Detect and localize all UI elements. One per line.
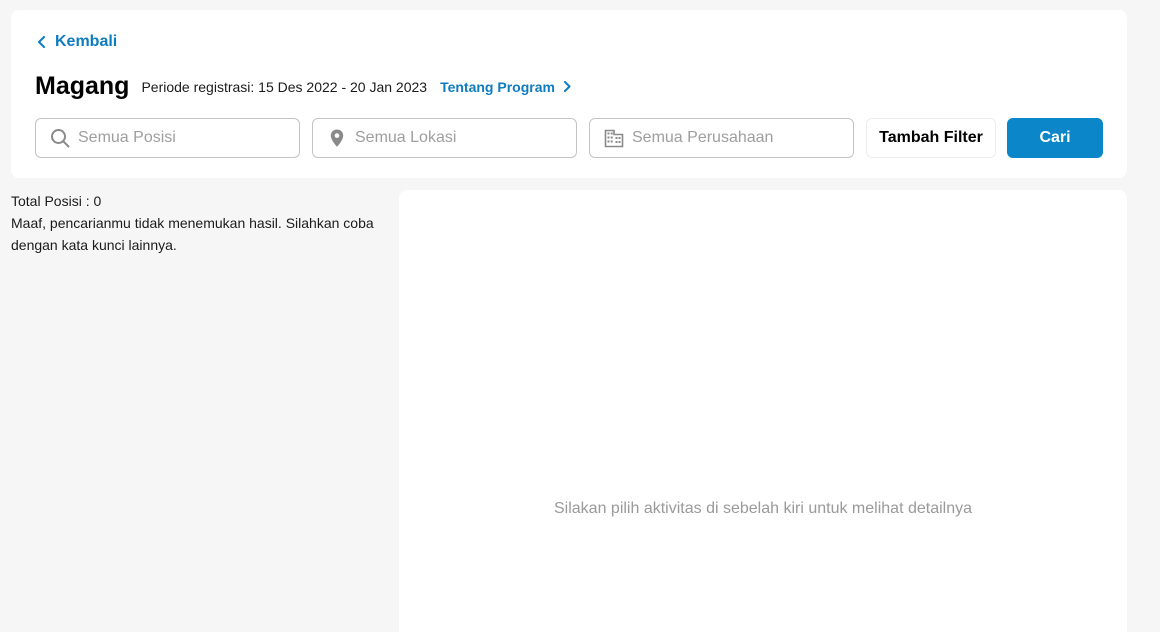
detail-panel: Silakan pilih aktivitas di sebelah kiri …: [399, 190, 1127, 632]
position-input[interactable]: [78, 129, 288, 147]
back-link-label: Kembali: [55, 33, 118, 50]
page-title: Magang: [35, 72, 130, 100]
about-program-label: Tentang Program: [440, 78, 555, 95]
chevron-left-icon: [38, 36, 45, 48]
search-icon: [51, 129, 70, 148]
add-filter-button[interactable]: Tambah Filter: [866, 118, 996, 158]
search-bar: Tambah Filter Cari: [35, 118, 1103, 158]
header-card: Kembali Magang Periode registrasi: 15 De…: [11, 10, 1127, 178]
detail-empty-state: Silakan pilih aktivitas di sebelah kiri …: [554, 500, 972, 517]
about-program-link[interactable]: Tentang Program: [440, 79, 571, 95]
chevron-right-icon: [563, 81, 571, 92]
company-field[interactable]: [589, 118, 854, 158]
location-field[interactable]: [312, 118, 577, 158]
company-input[interactable]: [632, 129, 842, 147]
search-button[interactable]: Cari: [1007, 118, 1103, 158]
title-row: Magang Periode registrasi: 15 Des 2022 -…: [35, 72, 571, 101]
location-input[interactable]: [355, 129, 565, 147]
registration-period: Periode registrasi: 15 Des 2022 - 20 Jan…: [141, 78, 428, 95]
no-results-message: Maaf, pencarianmu tidak menemukan hasil.…: [11, 215, 374, 253]
location-pin-icon: [330, 129, 344, 147]
results-panel: Total Posisi : 0 Maaf, pencarianmu tidak…: [11, 190, 381, 256]
building-icon: [604, 129, 624, 148]
total-positions: Total Posisi : 0: [11, 193, 102, 209]
back-link[interactable]: Kembali: [37, 33, 117, 51]
position-field[interactable]: [35, 118, 300, 158]
